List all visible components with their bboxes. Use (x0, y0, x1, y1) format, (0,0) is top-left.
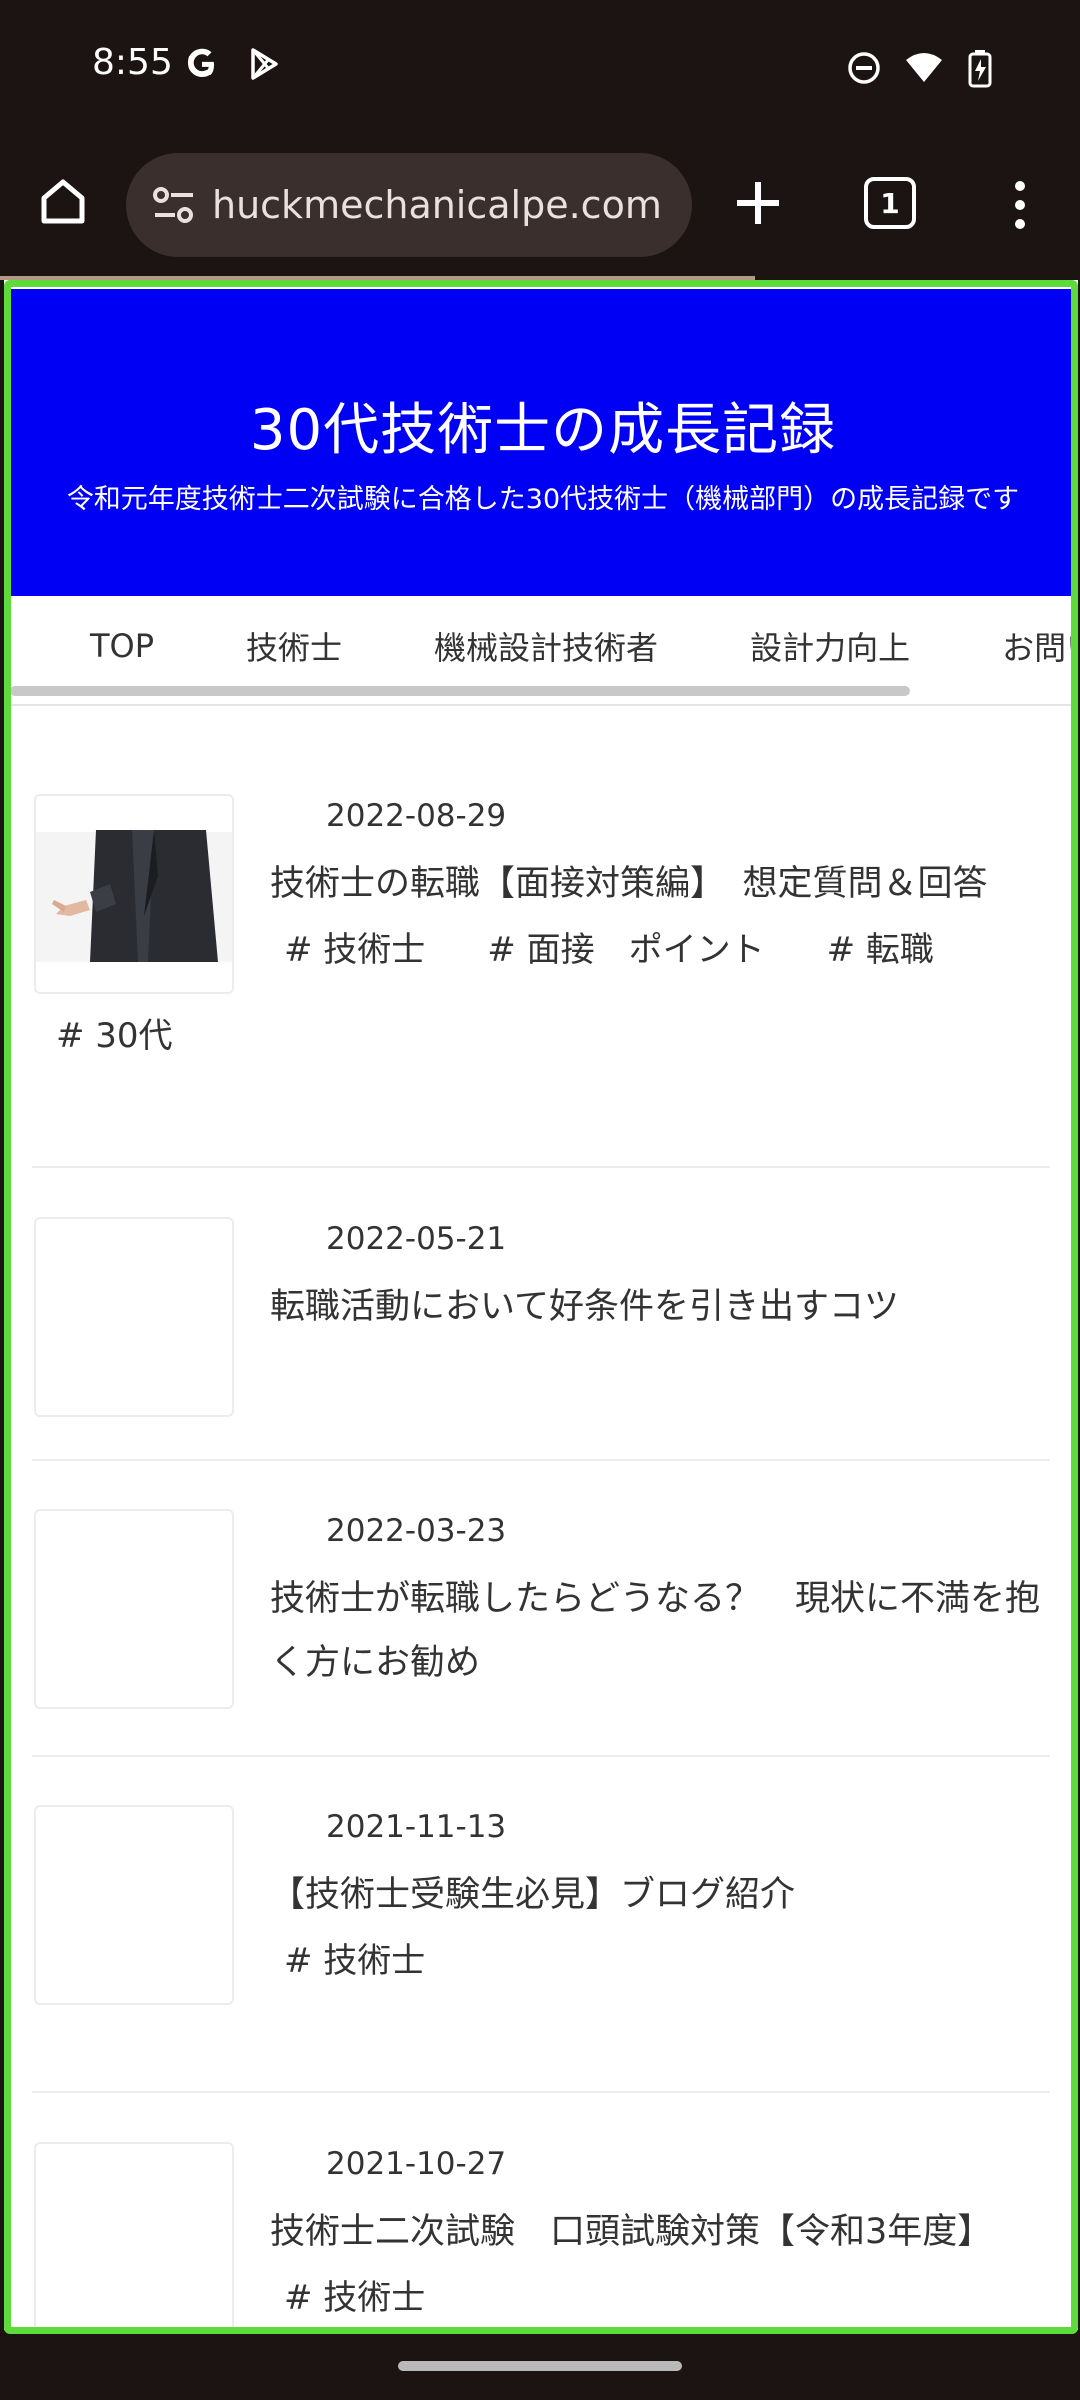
play-store-icon (251, 48, 278, 80)
browser-toolbar: huckmechanicalpe.com 1 (0, 135, 1080, 278)
tag-link[interactable]: # 面接 ポイント (487, 922, 764, 971)
post-date: 2022-05-21 (326, 1221, 507, 1257)
home-icon (41, 179, 85, 224)
address-bar[interactable]: huckmechanicalpe.com (126, 153, 692, 257)
dot-icon (1015, 181, 1025, 191)
notification-icons (184, 46, 282, 82)
post-thumbnail[interactable] (34, 1217, 234, 1417)
web-page: 30代技術士の成長記録 令和元年度技術士二次試験に合格した30代技術士（機械部門… (4, 280, 1078, 2330)
tag-list-wrap: # 30代 (56, 1008, 235, 1057)
new-tab-button[interactable] (730, 175, 786, 231)
tag-link[interactable]: # 技術士 (284, 1933, 425, 1982)
post-thumbnail[interactable] (34, 1509, 234, 1709)
nav-item-top[interactable]: TOP (90, 627, 154, 665)
nav-item-design-skills[interactable]: 設計力向上 (750, 623, 910, 669)
status-time: 8:55 (92, 42, 173, 83)
site-settings-button[interactable] (144, 175, 204, 235)
dot-icon (1015, 219, 1025, 229)
post-item[interactable]: 2021-10-27 技術士二次試験 口頭試験対策【令和3年度】 # 技術士 (32, 2142, 1050, 2330)
tag-link[interactable]: # 技術士 (284, 2270, 425, 2319)
post-title[interactable]: 技術士の転職【面接対策編】 想定質問＆回答 (270, 852, 1060, 916)
dot-icon (1015, 200, 1025, 210)
post-item[interactable]: 2021-11-13 【技術士受験生必見】ブログ紹介 # 技術士 (32, 1805, 1050, 2093)
post-date: 2021-11-13 (326, 1809, 507, 1845)
home-button[interactable] (34, 172, 92, 230)
post-thumbnail[interactable] (34, 794, 234, 994)
google-icon (188, 48, 214, 77)
more-menu-button[interactable] (1000, 173, 1040, 237)
post-thumbnail[interactable] (34, 1805, 234, 2005)
post-title[interactable]: 技術士二次試験 口頭試験対策【令和3年度】 (270, 2200, 1060, 2264)
nav-item-contact[interactable]: お問い (1002, 623, 1076, 669)
system-icons (846, 48, 994, 88)
site-title[interactable]: 30代技術士の成長記録 (10, 385, 1076, 466)
nav-scrollbar[interactable] (10, 686, 910, 696)
post-title[interactable]: 【技術士受験生必見】ブログ紹介 (270, 1863, 1060, 1927)
plus-icon (737, 182, 779, 224)
tab-switcher-button[interactable]: 1 (864, 177, 916, 229)
nav-item-mechanical-design[interactable]: 機械設計技術者 (434, 623, 658, 669)
tag-link[interactable]: # 30代 (56, 1008, 173, 1057)
post-title[interactable]: 技術士が転職したらどうなる？ 現状に不満を抱く方にお勧め (270, 1567, 1060, 1695)
site-header: 30代技術士の成長記録 令和元年度技術士二次試験に合格した30代技術士（機械部門… (10, 289, 1076, 596)
post-date: 2021-10-27 (326, 2146, 507, 2182)
post-thumbnail[interactable] (34, 2142, 234, 2330)
battery-charging-icon (968, 50, 992, 88)
status-bar: 8:55 (0, 0, 1080, 135)
post-item[interactable]: 2022-08-29 技術士の転職【面接対策編】 想定質問＆回答 # 技術士 # … (32, 794, 1050, 1168)
global-nav: TOP 技術士 機械設計技術者 設計力向上 お問い (10, 596, 1076, 706)
url-text: huckmechanicalpe.com (212, 183, 662, 227)
wifi-icon (906, 53, 942, 82)
tune-icon (153, 187, 193, 223)
site-subtitle: 令和元年度技術士二次試験に合格した30代技術士（機械部門）の成長記録です (66, 484, 1020, 515)
post-date: 2022-08-29 (326, 798, 507, 834)
tag-list: # 技術士 # 面接 ポイント # 転職 (284, 922, 996, 971)
post-item[interactable]: 2022-05-21 転職活動において好条件を引き出すコツ (32, 1217, 1050, 1461)
nav-item-engineer[interactable]: 技術士 (246, 623, 342, 669)
tag-list: # 技術士 (284, 2270, 487, 2319)
tag-list: # 技術士 (284, 1933, 487, 1982)
gesture-navigation-bar[interactable] (398, 2361, 682, 2371)
post-date: 2022-03-23 (326, 1513, 507, 1549)
post-item[interactable]: 2022-03-23 技術士が転職したらどうなる？ 現状に不満を抱く方にお勧め (32, 1509, 1050, 1757)
post-title[interactable]: 転職活動において好条件を引き出すコツ (270, 1275, 1060, 1339)
do-not-disturb-icon (848, 52, 880, 84)
tag-link[interactable]: # 技術士 (284, 922, 425, 971)
tag-link[interactable]: # 転職 (827, 922, 934, 971)
handshake-photo (36, 796, 232, 992)
